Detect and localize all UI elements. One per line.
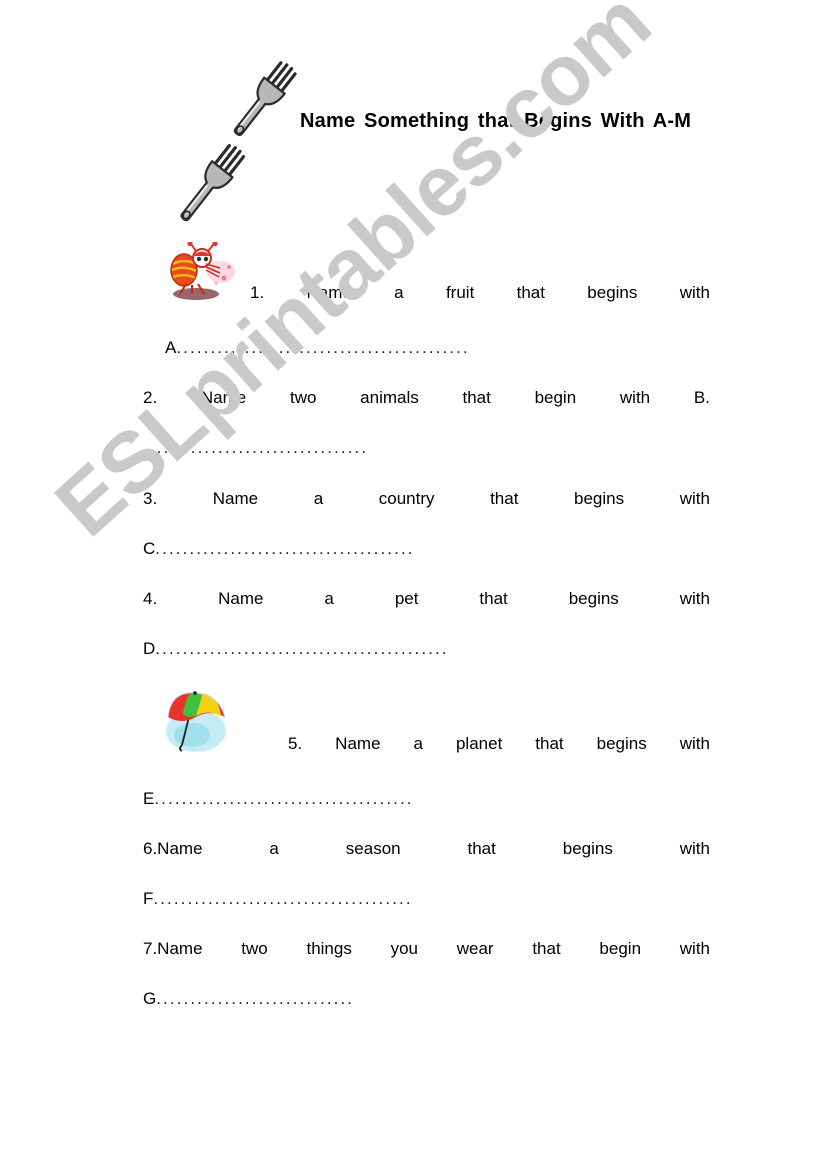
question-word: begin: [599, 939, 642, 958]
question-text: 1. Name a fruit that begins with: [250, 283, 710, 303]
question-word: begins: [596, 734, 647, 753]
question-text: 6.Name a season that begins with: [143, 839, 710, 859]
answer-letter: C: [143, 539, 156, 558]
answer-line[interactable]: F ......................................: [143, 889, 510, 909]
question-word: pet: [394, 589, 419, 608]
question-text: 2. Name two animals that begin with B.: [143, 388, 710, 408]
answer-dots: ......................................: [154, 789, 414, 808]
question-word: season: [345, 839, 401, 858]
question-word: Name: [306, 283, 352, 302]
question-word: country: [378, 489, 435, 508]
question-word: with: [679, 283, 710, 302]
question-word: a: [394, 283, 404, 302]
question-word: that: [467, 839, 496, 858]
question-word: a: [269, 839, 279, 858]
question-number: 2.: [143, 388, 158, 407]
umbrella-icon: [162, 683, 240, 760]
question-word: that: [479, 589, 508, 608]
question-word: fruit: [445, 283, 475, 302]
question-word: that: [490, 489, 519, 508]
question-word: Name: [335, 734, 381, 753]
question-number: 1.: [250, 283, 265, 302]
question-number: 4.: [143, 589, 158, 608]
answer-letter: E: [143, 789, 155, 808]
question-word: a: [413, 734, 423, 753]
answer-dots: ........................................…: [155, 639, 449, 658]
answer-dots: .............................: [156, 989, 355, 1008]
answer-letter: A: [165, 338, 177, 357]
question-word: with: [679, 839, 710, 858]
question-word: that: [532, 939, 561, 958]
answer-dots: ........................................…: [176, 338, 470, 357]
question-row: 2. Name two animals that begin with B.: [143, 388, 710, 408]
answer-line[interactable]: E ......................................: [143, 789, 514, 809]
worksheet-page: ESLprintables.com Name Something that Be…: [0, 0, 821, 1169]
worksheet-content: Name Something that Begins With A-M 1. N…: [0, 0, 821, 1169]
question-number: 5.: [288, 734, 303, 753]
question-word: planet: [455, 734, 503, 753]
question-number: 3.: [143, 489, 158, 508]
question-text: 7.Name two things you wear that begin wi…: [143, 939, 710, 959]
answer-line[interactable]: D ......................................…: [143, 639, 543, 659]
question-word: Name: [200, 388, 247, 407]
question-word: two: [241, 939, 268, 958]
question-word: you: [390, 939, 418, 958]
question-word: begins: [568, 589, 619, 608]
question-word: begins: [587, 283, 638, 302]
question-number: 6.Name: [143, 839, 203, 858]
question-text: 4. Name a pet that begins with: [143, 589, 710, 609]
question-row: 4. Name a pet that begins with: [143, 589, 710, 609]
question-word: things: [306, 939, 352, 958]
question-word: that: [535, 734, 564, 753]
question-word: begin: [534, 388, 577, 407]
question-word: that: [516, 283, 545, 302]
question-word: B.: [693, 388, 710, 407]
answer-letter: G: [143, 989, 157, 1008]
answer-line[interactable]: G .............................: [143, 989, 421, 1009]
question-text: 5. Name a planet that begins with: [288, 734, 710, 754]
answer-dots: ......................................: [155, 539, 415, 558]
answer-line[interactable]: A ......................................…: [165, 338, 568, 358]
question-row: 5. Name a planet that begins with: [288, 734, 710, 754]
question-row: 3. Name a country that begins with: [143, 489, 710, 509]
question-row: 7.Name two things you wear that begin wi…: [143, 939, 710, 959]
question-word: begins: [562, 839, 613, 858]
question-row: 1. Name a fruit that begins with: [250, 283, 710, 303]
question-text: 3. Name a country that begins with: [143, 489, 710, 509]
page-title: Name Something that Begins With A-M: [300, 110, 692, 132]
question-word: Name: [212, 489, 259, 508]
question-word: Name: [218, 589, 264, 608]
question-word: a: [313, 489, 324, 508]
answer-letter: D: [143, 639, 156, 658]
answer-line[interactable]: C ......................................: [143, 539, 507, 559]
ant-icon: [166, 240, 242, 309]
question-word: begins: [574, 489, 625, 508]
question-number: 7.Name: [143, 939, 203, 958]
answer-letter: F: [143, 889, 154, 908]
question-word: two: [289, 388, 317, 407]
answer-dots: .................................: [143, 438, 369, 457]
fork-icon: [168, 135, 250, 236]
question-word: with: [679, 589, 710, 608]
question-word: a: [324, 589, 334, 608]
answer-dots: ......................................: [153, 889, 413, 908]
answer-line[interactable]: .................................: [143, 438, 463, 458]
question-word: with: [679, 734, 710, 753]
question-word: with: [679, 489, 710, 508]
question-word: wear: [456, 939, 494, 958]
question-word: that: [462, 388, 491, 407]
question-word: with: [679, 939, 710, 958]
question-word: animals: [360, 388, 419, 407]
question-row: 6.Name a season that begins with: [143, 839, 710, 859]
question-word: with: [619, 388, 651, 407]
